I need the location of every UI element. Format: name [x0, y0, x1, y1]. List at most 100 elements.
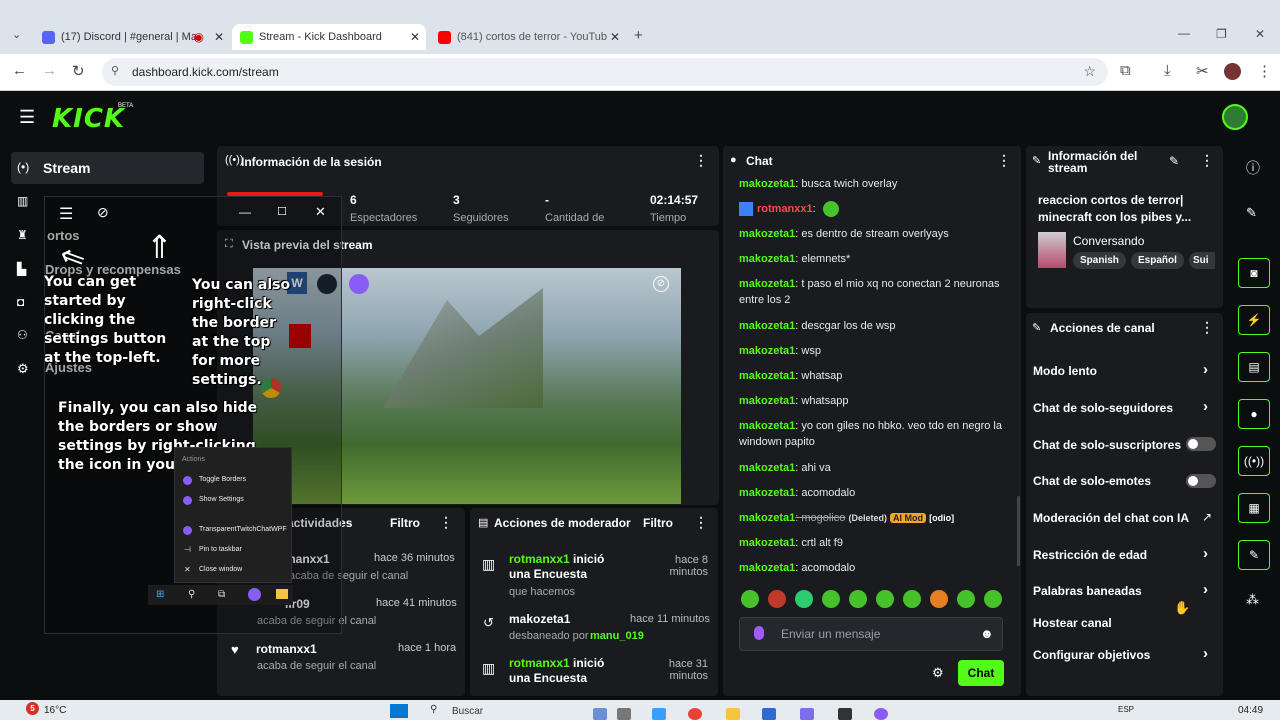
sidebar-trophy-icon[interactable]: ♜ [17, 228, 28, 242]
chat-input[interactable]: Enviar un mensaje ☻ [739, 617, 1003, 651]
microphone-icon[interactable] [754, 626, 764, 640]
chat-username[interactable]: makozeta1 [739, 278, 795, 290]
taskbar-app-icon[interactable] [617, 708, 631, 720]
sidebar-settings-icon[interactable]: ⚙ [17, 361, 29, 377]
activity-user[interactable]: rotmanxx1 [256, 642, 317, 656]
chevron-right-icon[interactable]: › [1203, 545, 1208, 562]
chat-scrollbar[interactable] [1017, 496, 1020, 566]
chat-username[interactable]: makozeta1 [739, 512, 795, 524]
tab-kick-dashboard[interactable]: Stream - Kick Dashboard ✕ [232, 24, 426, 50]
weather-temperature[interactable]: 16°C [44, 705, 66, 716]
menu-item-pin[interactable]: ⊣ Pin to taskbar [175, 544, 293, 560]
language-indicator[interactable]: ESP [1118, 705, 1134, 714]
reload-icon[interactable]: ↻ [72, 62, 85, 80]
tab-youtube[interactable]: (841) cortos de terror - YouTub ✕ [430, 24, 626, 50]
sidebar-channel-icon[interactable]: ⚇ [17, 328, 28, 342]
close-tab-icon[interactable]: ✕ [410, 30, 420, 44]
emote-icon[interactable] [984, 590, 1002, 608]
forward-icon[interactable]: → [42, 62, 57, 79]
emote-icon[interactable] [741, 590, 759, 608]
taskbar-app-icon[interactable] [762, 708, 776, 720]
site-info-icon[interactable]: ⚲ [111, 64, 119, 77]
tab-discord[interactable]: (17) Discord | #general | Ma ◉ ✕ [34, 24, 230, 50]
minimize-icon[interactable]: — [1178, 26, 1190, 40]
info-icon[interactable]: ⓘ [1246, 158, 1260, 178]
moderator-by-user[interactable]: manu_019 [590, 630, 644, 642]
profile-avatar[interactable] [1224, 63, 1241, 80]
host-channel-option[interactable]: Hostear canal [1033, 616, 1112, 630]
emote-icon[interactable] [903, 590, 921, 608]
sidebar-analytics-icon[interactable]: ▥ [17, 194, 28, 208]
new-tab-icon[interactable]: + [634, 27, 643, 44]
chevron-right-icon[interactable]: › [1203, 581, 1208, 598]
user-avatar[interactable] [1222, 104, 1248, 130]
pencil-icon[interactable]: ✎ [1246, 205, 1257, 221]
taskbar-app-icon[interactable] [652, 708, 666, 720]
moderator-user[interactable]: makozeta1 [509, 612, 570, 626]
explorer-taskbar-icon[interactable] [726, 708, 740, 720]
menu-item-toggle-borders[interactable]: Toggle Borders [175, 474, 293, 490]
moderator-menu-icon[interactable]: ⋮ [694, 514, 708, 531]
close-tab-icon[interactable]: ✕ [214, 30, 224, 44]
emote-icon[interactable] [930, 590, 948, 608]
ai-moderation-option[interactable]: Moderación del chat con IA [1033, 511, 1189, 525]
tag-pill[interactable]: Español [1131, 252, 1184, 269]
emote-icon[interactable] [849, 590, 867, 608]
taskbar-search[interactable]: Buscar [452, 706, 483, 717]
chat-username[interactable]: makozeta1 [739, 320, 795, 332]
followers-only-option[interactable]: Chat de solo-seguidores [1033, 401, 1173, 415]
overlay-hide-icon[interactable]: ⊘ [97, 204, 109, 221]
taskbar-app-icon[interactable] [593, 708, 607, 720]
stream-category[interactable]: Conversando [1073, 234, 1144, 248]
kick-logo[interactable]: KICK [52, 104, 125, 134]
overlay-maximize-icon[interactable]: ☐ [277, 205, 287, 218]
overlay-close-icon[interactable]: ✕ [315, 204, 326, 220]
chat-username[interactable]: makozeta1 [739, 370, 795, 382]
edit-icon[interactable]: ✎ [1169, 154, 1179, 168]
screenshot-icon[interactable]: ✂ [1196, 62, 1209, 80]
sidebar-drops-icon[interactable]: ◘ [17, 295, 24, 309]
activity-filter-button[interactable]: Filtro [390, 516, 420, 530]
emote-icon[interactable] [957, 590, 975, 608]
goals-option[interactable]: Configurar objetivos [1033, 648, 1150, 662]
sidebar-community-icon[interactable]: ▙ [17, 262, 26, 276]
chat-username[interactable]: makozeta1 [739, 487, 795, 499]
chat-menu-icon[interactable]: ⋮ [997, 152, 1011, 169]
clock-time[interactable]: 04:49 [1238, 705, 1263, 716]
notes-icon[interactable]: ▤ [1238, 352, 1270, 382]
overlay-menu-icon[interactable]: ☰ [59, 204, 73, 224]
taskbar-app-icon[interactable] [800, 708, 814, 720]
chat-username[interactable]: makozeta1 [739, 395, 795, 407]
overlay-minimize-icon[interactable]: — [239, 205, 251, 219]
stream-info-menu-icon[interactable]: ⋮ [1200, 152, 1214, 169]
extensions-icon[interactable]: ⧉ [1120, 62, 1131, 79]
back-icon[interactable]: ← [12, 62, 27, 79]
chat-username[interactable]: makozeta1 [739, 537, 795, 549]
broadcast-icon[interactable]: ((•)) [1238, 446, 1270, 476]
banned-words-option[interactable]: Palabras baneadas [1033, 584, 1142, 598]
tag-pill[interactable]: Sui [1189, 252, 1215, 269]
channel-actions-menu-icon[interactable]: ⋮ [1200, 319, 1214, 336]
emotes-only-toggle[interactable] [1186, 474, 1216, 488]
share-icon[interactable]: ⁂ [1246, 592, 1259, 608]
chat-bubble-icon[interactable]: ● [1238, 399, 1270, 429]
send-chat-button[interactable]: Chat [958, 660, 1004, 686]
close-window-icon[interactable]: ✕ [1255, 27, 1265, 41]
windows-start-icon[interactable] [390, 704, 408, 718]
menu-item-show-settings[interactable]: Show Settings [175, 494, 293, 510]
chat-username[interactable]: makozeta1 [739, 178, 795, 190]
sidebar-item-stream[interactable]: (•) Stream [11, 152, 204, 184]
session-menu-icon[interactable]: ⋮ [694, 152, 708, 169]
emote-icon[interactable] [768, 590, 786, 608]
download-icon[interactable]: ⤓ [1164, 62, 1171, 79]
subscribers-only-toggle[interactable] [1186, 437, 1216, 451]
taskbar-app-icon[interactable] [838, 708, 852, 720]
age-restriction-option[interactable]: Restricción de edad [1033, 548, 1147, 562]
url-field[interactable]: ⚲ dashboard.kick.com/stream ☆ [102, 58, 1108, 86]
activity-menu-icon[interactable]: ⋮ [439, 514, 453, 531]
chevron-right-icon[interactable]: › [1203, 398, 1208, 415]
chrome-taskbar-icon[interactable] [688, 708, 702, 720]
maximize-icon[interactable]: ❐ [1216, 27, 1227, 41]
chat-username[interactable]: makozeta1 [739, 253, 795, 265]
tag-pill[interactable]: Spanish [1073, 252, 1126, 269]
